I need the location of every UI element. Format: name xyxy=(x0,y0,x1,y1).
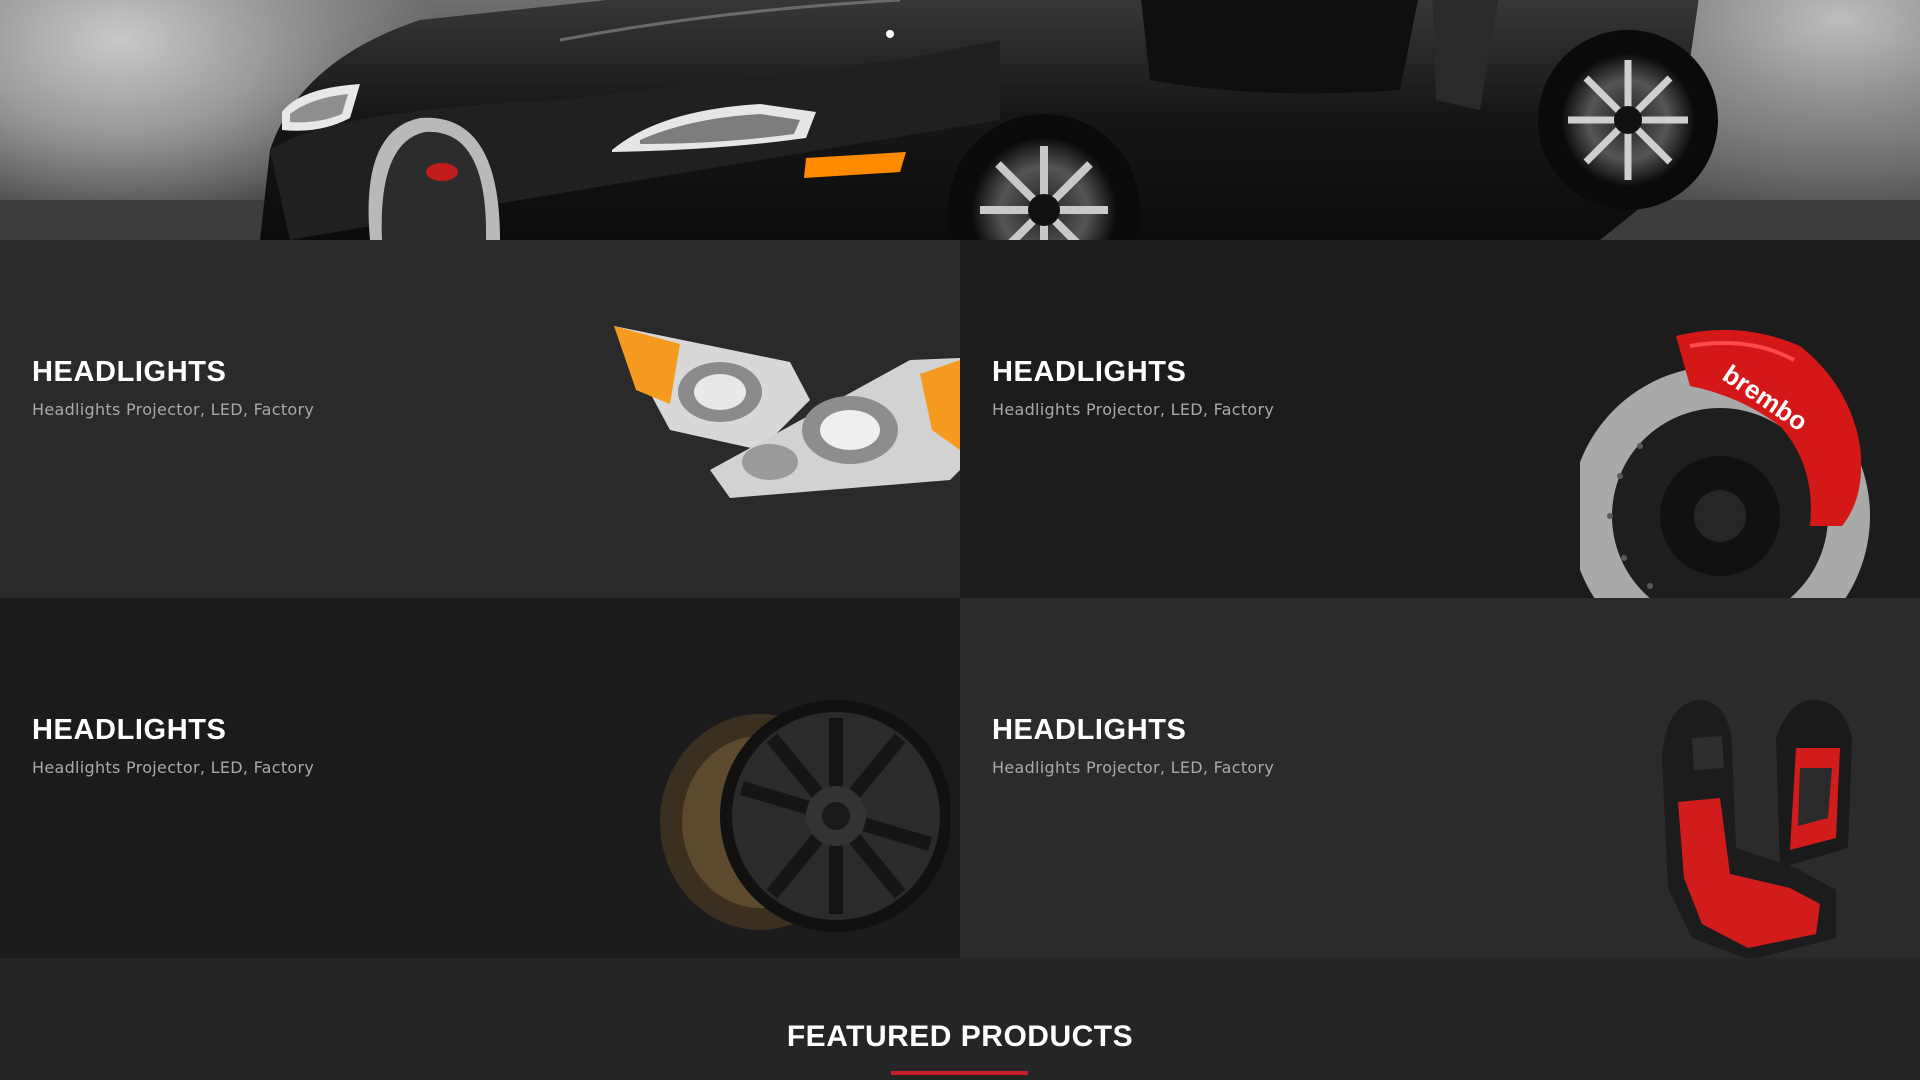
category-title[interactable]: HEADLIGHTS xyxy=(32,716,314,745)
category-title[interactable]: HEADLIGHTS xyxy=(992,358,1274,387)
featured-products-section: FEATURED PRODUCTS xyxy=(0,958,1920,1080)
category-subtitle: Headlights Projector, LED, Factory xyxy=(32,758,315,777)
category-text: HEADLIGHTS Headlights Projector, LED, Fa… xyxy=(32,358,315,420)
category-tile-brakes[interactable]: HEADLIGHTS Headlights Projector, LED, Fa… xyxy=(960,240,1920,598)
category-text: HEADLIGHTS Headlights Projector, LED, Fa… xyxy=(32,716,315,778)
hero-car-image xyxy=(0,0,1920,240)
wheel-rim-image xyxy=(660,700,950,932)
category-subtitle: Headlights Projector, LED, Factory xyxy=(992,400,1275,419)
brake-caliper-image: brembo xyxy=(1580,329,1870,598)
headlights-image xyxy=(614,326,960,498)
category-tile-wheels[interactable]: HEADLIGHTS Headlights Projector, LED, Fa… xyxy=(0,598,960,958)
category-title[interactable]: HEADLIGHTS xyxy=(992,716,1274,745)
category-tile-headlights[interactable]: HEADLIGHTS Headlights Projector, LED, Fa… xyxy=(0,240,960,598)
title-underline xyxy=(891,1071,1028,1075)
category-title[interactable]: HEADLIGHTS xyxy=(32,358,314,387)
featured-products-title: FEATURED PRODUCTS xyxy=(786,1020,1134,1053)
category-text: HEADLIGHTS Headlights Projector, LED, Fa… xyxy=(992,358,1275,420)
category-subtitle: Headlights Projector, LED, Factory xyxy=(32,400,315,419)
category-text: HEADLIGHTS Headlights Projector, LED, Fa… xyxy=(992,716,1275,778)
category-subtitle: Headlights Projector, LED, Factory xyxy=(992,758,1275,777)
racing-seats-image xyxy=(1662,699,1852,958)
hero-banner xyxy=(0,0,1920,240)
category-tile-seats[interactable]: HEADLIGHTS Headlights Projector, LED, Fa… xyxy=(960,598,1920,958)
category-grid: HEADLIGHTS Headlights Projector, LED, Fa… xyxy=(0,240,1920,958)
